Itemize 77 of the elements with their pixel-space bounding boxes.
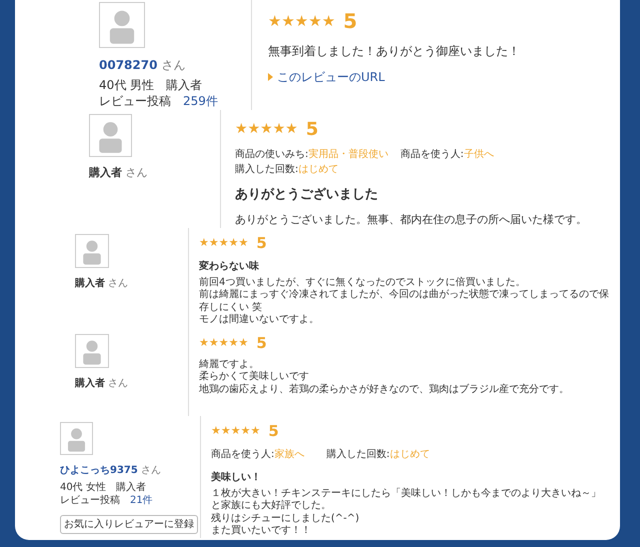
- review-count: 259件: [183, 94, 218, 108]
- star-icon: ★: [208, 335, 219, 352]
- review-text: ありがとうございました。無事、都内在住の息子の所へ届いた様です。: [235, 212, 588, 227]
- reviewer-profile: 40代 男性 購入者: [99, 78, 204, 94]
- review-text: 前は綺麗にまっすぐ冷凍されてましたが、今回のは曲がった状態で凍ってしまってるので保存しにくい 笑: [199, 289, 610, 314]
- star-icon: ★: [220, 423, 231, 440]
- review-count-label: レビュー投稿: [60, 494, 120, 506]
- star-icon: ★: [218, 235, 229, 252]
- usage-label: 商品を使う人:: [211, 448, 274, 460]
- star-icon: ★: [218, 335, 229, 352]
- reviewer-name[interactable]: ひよこっち9375: [60, 465, 138, 476]
- star-icon: ★: [211, 423, 221, 440]
- star-icon: ★: [285, 119, 298, 140]
- review-text: 残りはシチューにしました(^-^): [211, 512, 360, 525]
- star-icon: ★: [199, 335, 209, 352]
- star-icon: ★: [260, 119, 273, 140]
- review-title: 美味しい！: [211, 470, 262, 484]
- review-count: 21件: [130, 494, 153, 506]
- review-text: 無事到着しました！ありがとう御座いました！: [268, 44, 521, 60]
- star-icon: ★: [268, 10, 282, 32]
- triangle-icon: [268, 72, 273, 81]
- usage-label: 購入した回数:: [235, 164, 298, 175]
- avatar-icon: [75, 234, 109, 268]
- star-icon: ★: [322, 10, 336, 32]
- review-text: 地鶏の歯応えより、若鶏の柔らかさが好きなので、鶏肉はブラジル産で充分です。: [199, 384, 570, 396]
- star-icon: ★: [228, 335, 238, 352]
- review-text: 綺麗ですよ。: [199, 358, 260, 370]
- star-icon: ★: [230, 423, 241, 440]
- usage-value: はじめて: [298, 164, 338, 175]
- reviewer-name: 購入者: [89, 166, 122, 179]
- rating-score: 5: [343, 8, 358, 35]
- star-icon: ★: [208, 235, 219, 252]
- name-suffix: さん: [141, 465, 162, 476]
- star-icon: ★: [308, 10, 322, 32]
- review-text: １枚が大きい！チキンステーキにしたら「美味しい！しかも今までのより大きいね～」と家族にも大好評でした。: [211, 488, 602, 512]
- review-text: モノは間違いないですよ。: [199, 314, 320, 326]
- star-icon: ★: [238, 235, 248, 252]
- reviewer-name: 購入者: [75, 278, 105, 289]
- usage-label: 商品を使う人:: [400, 149, 464, 160]
- review-title: ありがとうございました: [235, 186, 379, 204]
- name-suffix: さん: [161, 58, 186, 72]
- avatar-icon: [75, 334, 109, 368]
- star-icon: ★: [238, 335, 248, 352]
- rating-score: 5: [306, 118, 318, 142]
- review-count-label: レビュー投稿: [99, 94, 171, 108]
- favorite-reviewer-button[interactable]: お気に入りレビュアーに登録: [60, 515, 198, 534]
- rating-score: 5: [268, 421, 279, 442]
- reviewer-name[interactable]: 0078270: [99, 58, 158, 72]
- star-icon: ★: [248, 119, 260, 140]
- usage-value: 実用品・普段使い: [308, 149, 388, 160]
- star-icon: ★: [272, 119, 286, 140]
- rating-score: 5: [256, 233, 267, 254]
- name-suffix: さん: [108, 378, 128, 389]
- usage-value: はじめて: [390, 448, 430, 460]
- rating-score: 5: [256, 333, 267, 354]
- avatar-icon: [60, 422, 93, 455]
- review-title: 変わらない味: [199, 259, 260, 274]
- star-icon: ★: [235, 119, 248, 140]
- usage-label: 商品の使いみち:: [235, 149, 308, 160]
- reviewer-name: 購入者: [75, 378, 105, 389]
- name-suffix: さん: [126, 166, 148, 179]
- star-icon: ★: [294, 10, 308, 32]
- review-text: 前回4つ買いましたが、すぐに無くなったのでストックに倍買いました。: [199, 276, 526, 288]
- review-text: 柔らかくて美味しいです: [199, 371, 310, 384]
- star-icon: ★: [199, 235, 209, 252]
- star-icon: ★: [281, 10, 295, 32]
- star-icon: ★: [228, 235, 238, 252]
- star-icon: ★: [240, 423, 250, 440]
- usage-value: 家族へ: [274, 448, 304, 460]
- usage-label: 購入した回数:: [326, 448, 390, 460]
- name-suffix: さん: [108, 278, 128, 289]
- reviewer-profile: 40代 女性 購入者: [60, 482, 147, 494]
- usage-value: 子供へ: [464, 149, 494, 160]
- avatar-icon: [89, 114, 132, 157]
- review-text: また買いたいです！！: [211, 525, 312, 538]
- review-url-link[interactable]: このレビューのURL: [277, 68, 385, 86]
- star-icon: ★: [250, 423, 260, 440]
